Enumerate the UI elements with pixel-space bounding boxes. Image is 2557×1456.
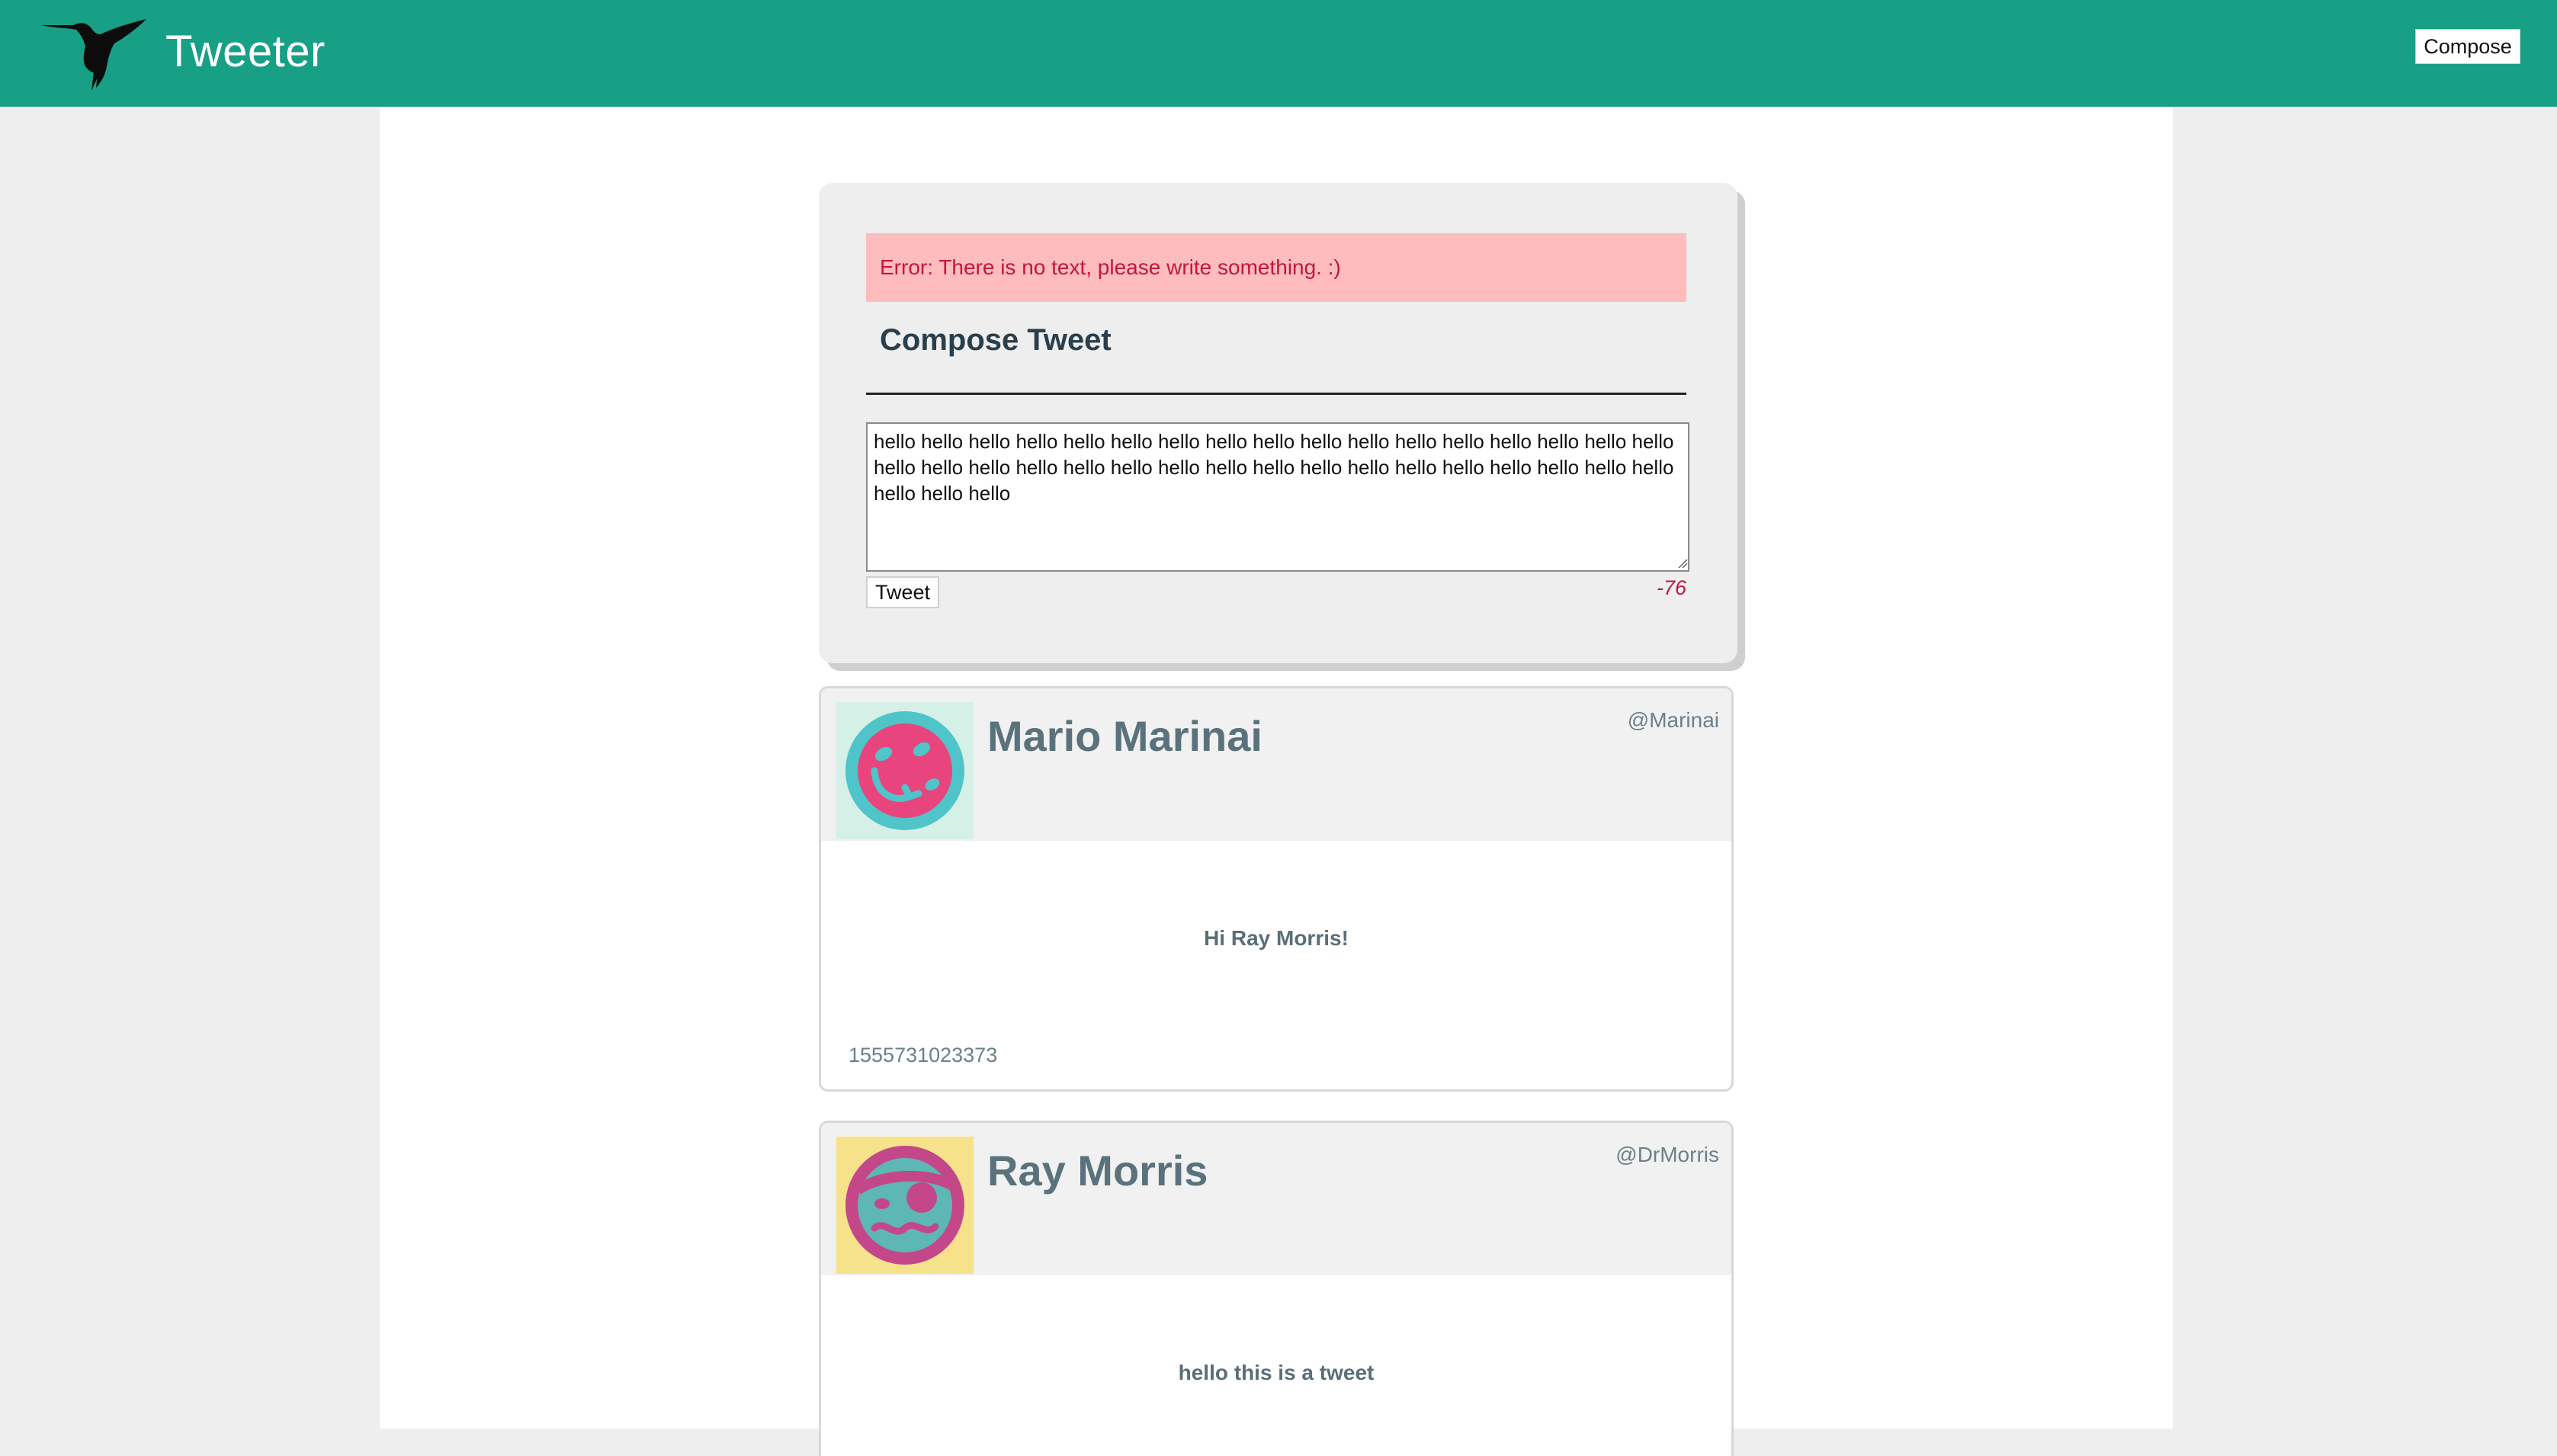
hummingbird-logo-icon bbox=[41, 18, 146, 91]
smiley-avatar-icon[interactable] bbox=[836, 702, 974, 839]
tweet-card: Mario Marinai @Marinai Hi Ray Morris! 15… bbox=[819, 686, 1734, 1092]
tweet-button[interactable]: Tweet bbox=[866, 576, 939, 608]
author-name[interactable]: Ray Morris bbox=[987, 1146, 1208, 1195]
tweet-text: Hi Ray Morris! bbox=[1204, 926, 1349, 950]
divider bbox=[866, 393, 1686, 395]
error-text: Error: There is no text, please write so… bbox=[880, 255, 1341, 279]
top-navbar: Tweeter Compose bbox=[0, 0, 2557, 107]
tweet-card: Ray Morris @DrMorris hello this is a twe… bbox=[819, 1121, 1734, 1456]
tweet-timestamp: 1555731023373 bbox=[849, 1044, 998, 1066]
resize-grip-icon[interactable] bbox=[1676, 556, 1688, 569]
tweet-header: Mario Marinai @Marinai bbox=[821, 688, 1731, 841]
tweet-text: hello this is a tweet bbox=[1178, 1361, 1375, 1384]
compose-panel: Error: There is no text, please write so… bbox=[819, 183, 1737, 663]
tweet-textarea[interactable] bbox=[866, 422, 1689, 572]
compose-nav-button[interactable]: Compose bbox=[2415, 29, 2520, 64]
pirate-avatar-icon[interactable] bbox=[836, 1137, 974, 1274]
character-counter: -76 bbox=[1656, 576, 1686, 599]
compose-heading: Compose Tweet bbox=[880, 323, 1112, 357]
author-name[interactable]: Mario Marinai bbox=[987, 711, 1262, 761]
app-title: Tweeter bbox=[165, 26, 326, 76]
tweet-header: Ray Morris @DrMorris bbox=[821, 1123, 1731, 1275]
author-handle[interactable]: @Marinai bbox=[1628, 708, 1719, 733]
brand[interactable]: Tweeter bbox=[40, 9, 326, 93]
error-message: Error: There is no text, please write so… bbox=[866, 233, 1686, 302]
author-handle[interactable]: @DrMorris bbox=[1615, 1143, 1719, 1167]
